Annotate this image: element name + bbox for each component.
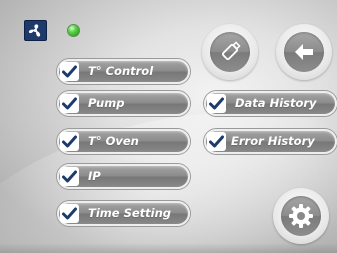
menu-item-label: Time Setting <box>88 206 172 220</box>
menu-item-error-history[interactable]: Error History <box>204 129 337 154</box>
menu-item-label: IP <box>88 169 101 183</box>
app-screen: T° Control Pump T° Oven IP Time Setting … <box>0 0 337 253</box>
back-button-face <box>284 32 324 72</box>
back-button[interactable] <box>276 24 332 80</box>
checkbox-checked-icon <box>60 167 79 186</box>
checkbox-checked-icon <box>60 204 79 223</box>
checkbox-checked-icon <box>60 132 79 151</box>
checkbox-checked-icon <box>60 94 79 113</box>
checkbox-checked-icon <box>60 62 79 81</box>
menu-item-label: Error History <box>231 134 315 148</box>
checkbox-checked-icon <box>207 94 226 113</box>
menu-item-label: T° Oven <box>88 134 139 148</box>
settings-button[interactable] <box>273 188 329 244</box>
menu-item-label: T° Control <box>88 64 154 78</box>
usb-drive-icon <box>221 41 241 61</box>
menu-item-label: Pump <box>88 96 125 110</box>
usb-export-button[interactable] <box>202 24 258 80</box>
menu-item-ip[interactable]: IP <box>57 164 190 189</box>
settings-button-face <box>281 196 321 236</box>
menu-item-data-history[interactable]: Data History <box>204 91 337 116</box>
menu-item-label: Data History <box>235 96 317 110</box>
arrow-left-icon <box>295 44 313 60</box>
menu-item-pump[interactable]: Pump <box>57 91 190 116</box>
menu-item-time-setting[interactable]: Time Setting <box>57 201 190 226</box>
gear-icon <box>289 204 313 228</box>
checkbox-checked-icon <box>207 132 226 151</box>
usb-export-button-face <box>210 32 250 72</box>
menu-item-oven-temperature[interactable]: T° Oven <box>57 129 190 154</box>
status-led-icon <box>67 24 80 37</box>
fan-icon <box>24 20 47 41</box>
menu-item-temperature-control[interactable]: T° Control <box>57 59 190 84</box>
